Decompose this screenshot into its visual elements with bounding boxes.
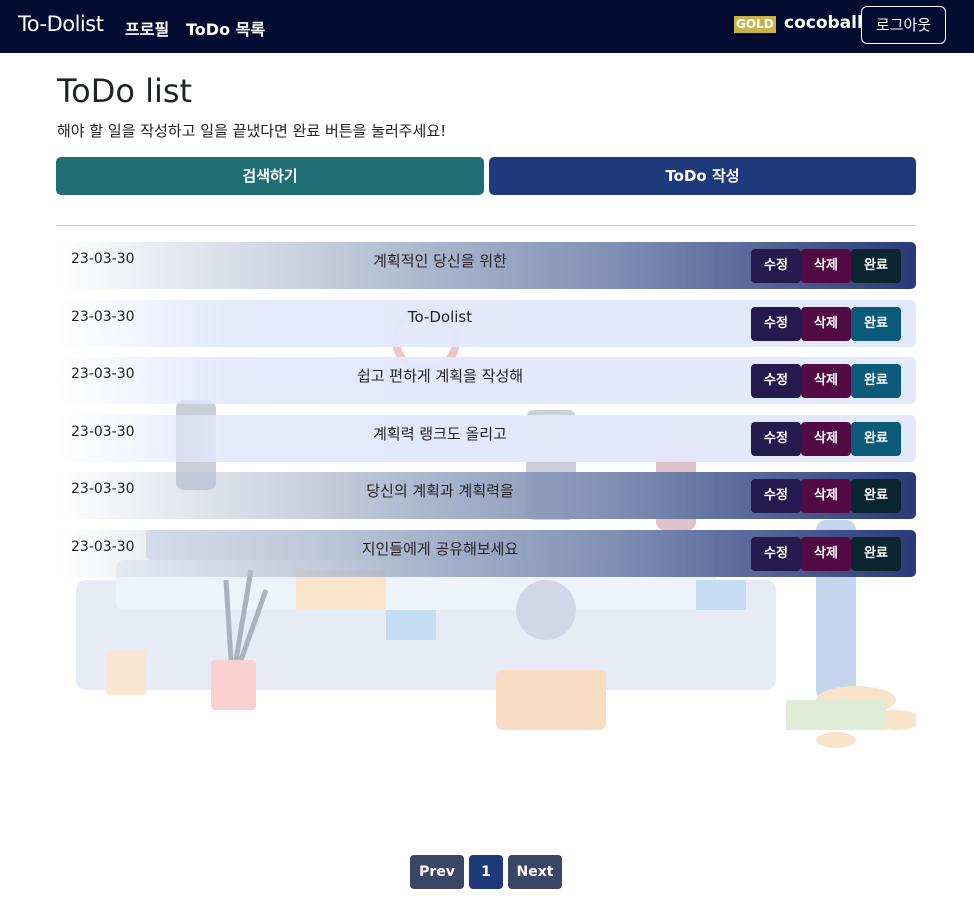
edit-button[interactable]: 수정	[751, 364, 801, 398]
todo-title: 지인들에게 공유해보세요	[361, 540, 519, 558]
todo-title: 계획적인 당신을 위한	[373, 252, 507, 270]
edit-button[interactable]: 수정	[751, 479, 801, 513]
done-button[interactable]: 완료	[851, 537, 901, 571]
nav-link-todo-list[interactable]: ToDo 목록	[186, 16, 265, 40]
grade-badge: GOLD	[734, 16, 776, 33]
delete-button[interactable]: 삭제	[801, 364, 851, 398]
nav-link-profile[interactable]: 프로필	[125, 16, 169, 40]
edit-button[interactable]: 수정	[751, 537, 801, 571]
background-illustration	[76, 306, 916, 748]
page-title: ToDo list	[57, 72, 193, 110]
divider	[56, 225, 916, 226]
todo-row: 23-03-30 계획력 랭크도 올리고 수정 삭제 완료	[56, 415, 916, 462]
logout-button[interactable]: 로그아웃	[861, 6, 946, 44]
todo-row: 23-03-30 계획적인 당신을 위한 수정 삭제 완료	[56, 242, 916, 289]
delete-button[interactable]: 삭제	[801, 537, 851, 571]
delete-button[interactable]: 삭제	[801, 479, 851, 513]
pagination-next-button[interactable]: Next	[508, 855, 562, 889]
top-navbar: To-Dolist 프로필 ToDo 목록 GOLD cocoball 로그아웃	[0, 0, 974, 53]
todo-title: 당신의 계획과 계획력을	[366, 482, 514, 500]
delete-button[interactable]: 삭제	[801, 307, 851, 341]
delete-button[interactable]: 삭제	[801, 422, 851, 456]
write-todo-button[interactable]: ToDo 작성	[489, 157, 916, 195]
todo-title: To-Dolist	[407, 308, 473, 326]
pagination-page-1[interactable]: 1	[469, 855, 503, 889]
delete-button[interactable]: 삭제	[801, 249, 851, 283]
done-button[interactable]: 완료	[851, 479, 901, 513]
todo-title: 쉽고 편하게 계획을 작성해	[356, 367, 524, 385]
todo-row: 23-03-30 쉽고 편하게 계획을 작성해 수정 삭제 완료	[56, 357, 916, 404]
done-button[interactable]: 완료	[851, 364, 901, 398]
username-label: cocoball	[784, 13, 863, 33]
todo-row: 23-03-30 To-Dolist 수정 삭제 완료	[56, 300, 916, 347]
done-button[interactable]: 완료	[851, 307, 901, 341]
brand-logo[interactable]: To-Dolist	[18, 12, 104, 36]
search-button[interactable]: 검색하기	[56, 157, 484, 195]
done-button[interactable]: 완료	[851, 422, 901, 456]
todo-row: 23-03-30 당신의 계획과 계획력을 수정 삭제 완료	[56, 472, 916, 519]
edit-button[interactable]: 수정	[751, 307, 801, 341]
todo-title: 계획력 랭크도 올리고	[373, 425, 507, 443]
edit-button[interactable]: 수정	[751, 422, 801, 456]
edit-button[interactable]: 수정	[751, 249, 801, 283]
todo-row: 23-03-30 지인들에게 공유해보세요 수정 삭제 완료	[56, 530, 916, 577]
pagination-prev-button[interactable]: Prev	[410, 855, 464, 889]
page-description: 해야 할 일을 작성하고 일을 끝냈다면 완료 버튼을 눌러주세요!	[57, 122, 447, 140]
done-button[interactable]: 완료	[851, 249, 901, 283]
